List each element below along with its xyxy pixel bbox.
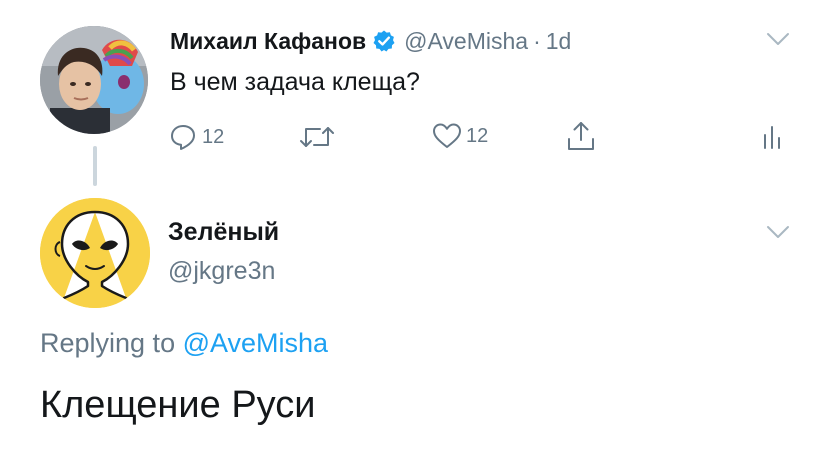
share-icon bbox=[566, 120, 596, 152]
verified-badge-icon bbox=[372, 29, 396, 53]
reply-icon bbox=[168, 122, 198, 152]
reply-author-handle[interactable]: @jkgre3n bbox=[168, 257, 275, 286]
analytics-button[interactable] bbox=[762, 124, 782, 150]
thread-line bbox=[93, 146, 97, 186]
chevron-down-icon[interactable] bbox=[766, 224, 790, 240]
analytics-icon bbox=[762, 124, 782, 150]
separator-dot: · bbox=[533, 27, 541, 54]
heart-icon bbox=[432, 122, 462, 150]
avatar-photo bbox=[40, 26, 148, 134]
retweet-button[interactable] bbox=[298, 124, 336, 150]
alien-avatar-image bbox=[40, 198, 150, 308]
reply-author-name[interactable]: Зелёный bbox=[168, 218, 279, 247]
replying-to-mention[interactable]: @AveMisha bbox=[183, 328, 328, 358]
reply-button[interactable]: 12 bbox=[168, 122, 224, 152]
share-button[interactable] bbox=[566, 120, 596, 152]
parent-author-row: Михаил Кафанов @AveMisha · 1d bbox=[170, 26, 571, 56]
retweet-icon bbox=[298, 124, 336, 150]
replying-to-label: Replying to bbox=[40, 328, 176, 358]
reply-count: 12 bbox=[202, 125, 225, 148]
reply-author-avatar[interactable] bbox=[40, 198, 150, 308]
replying-to-line: Replying to @AveMisha bbox=[40, 328, 328, 359]
parent-author-handle[interactable]: @AveMisha bbox=[404, 28, 528, 55]
author-avatar[interactable] bbox=[40, 26, 148, 134]
like-count: 12 bbox=[466, 124, 489, 147]
reply-tweet-text: Клещение Руси bbox=[40, 384, 316, 426]
parent-tweet-text: В чем задача клеща? bbox=[170, 68, 420, 96]
parent-tweet-time[interactable]: 1d bbox=[546, 28, 572, 55]
like-button[interactable]: 12 bbox=[432, 122, 488, 150]
chevron-down-icon[interactable] bbox=[766, 31, 790, 47]
parent-author-name[interactable]: Михаил Кафанов bbox=[170, 28, 366, 55]
